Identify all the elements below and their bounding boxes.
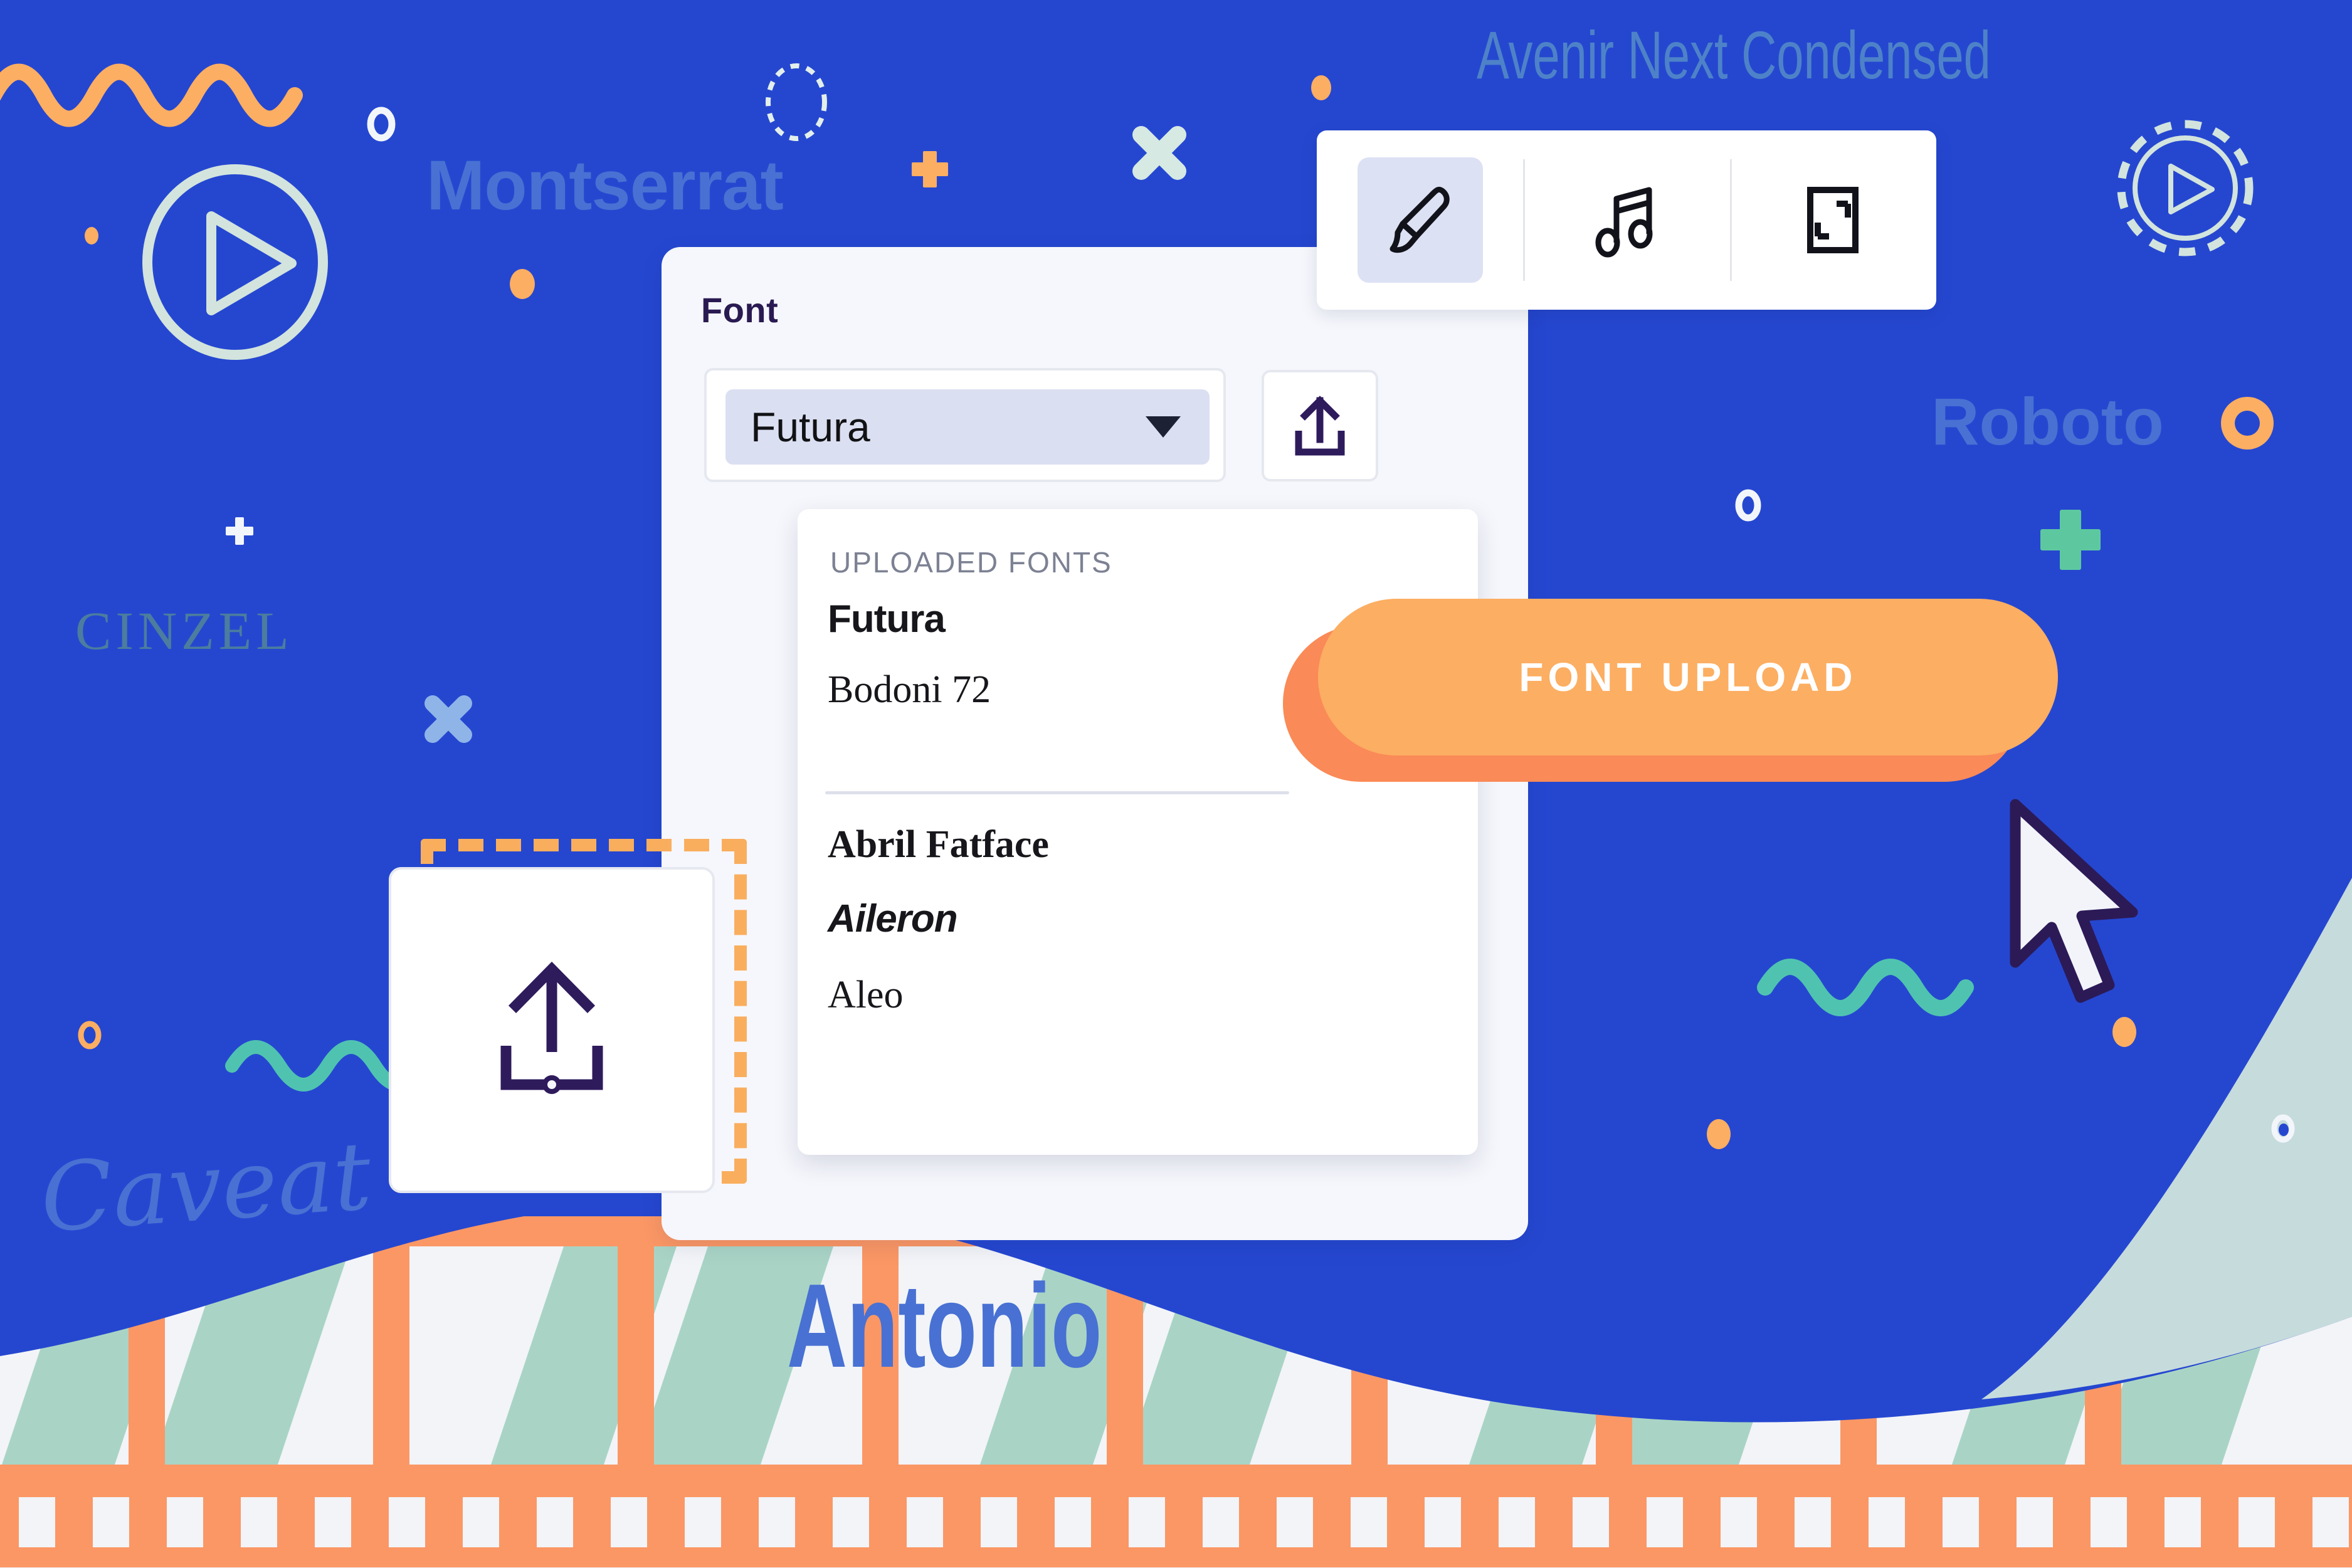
mint-x-icon-2 (425, 695, 472, 743)
font-select-field[interactable]: Futura (725, 389, 1210, 465)
ghost-label-antonio: Antonio (787, 1260, 1102, 1392)
list-item[interactable]: Abril Fatface (828, 823, 1049, 867)
font-upload-cta-group: FONT UPLOAD (1283, 599, 2138, 1003)
paintbrush-icon (1390, 186, 1450, 253)
ring-hole-3 (2279, 1123, 2289, 1136)
orange-dot-1 (85, 227, 98, 245)
mouse-pointer-cursor (2010, 799, 2138, 1003)
orange-donut-icon (2221, 397, 2274, 450)
font-select[interactable]: Futura (704, 368, 1226, 482)
list-item[interactable]: Aileron (828, 897, 958, 941)
tool-toolbar (1317, 130, 1936, 310)
crop-frame-icon (1807, 187, 1859, 253)
dropdown-section-header: UPLOADED FONTS (830, 546, 1112, 579)
tab-brush[interactable] (1317, 130, 1523, 310)
orange-dot-3 (1311, 75, 1331, 100)
font-upload-icon-button[interactable] (1262, 370, 1378, 481)
tool-brush-selected-bg (1357, 157, 1483, 283)
orange-dot-5 (2112, 1017, 2136, 1047)
ghost-label-cinzel: CINZEL (75, 601, 293, 661)
list-item[interactable]: Bodoni 72 (828, 668, 991, 712)
font-upload-button-label: FONT UPLOAD (1519, 655, 1857, 700)
orange-dot-2 (510, 269, 535, 299)
tab-resize[interactable] (1729, 130, 1936, 310)
music-note-icon (1595, 187, 1653, 258)
ghost-label-roboto: Roboto (1931, 385, 2164, 459)
orange-dot-4 (1707, 1119, 1731, 1149)
chevron-down-icon[interactable] (1146, 416, 1181, 438)
font-select-value: Futura (751, 404, 870, 450)
tab-audio[interactable] (1523, 130, 1729, 310)
upload-icon (1295, 396, 1345, 456)
list-item[interactable]: Futura (828, 597, 946, 641)
ghost-label-caveat: Caveat (37, 1122, 375, 1254)
canvas: Montserrat Avenir Next Condensed CINZEL … (0, 0, 2352, 1568)
font-upload-button[interactable]: FONT UPLOAD (1318, 599, 2058, 755)
ghost-label-avenir-next-condensed: Avenir Next Condensed (1477, 17, 1991, 93)
orange-ring-hole (87, 1031, 95, 1041)
ghost-label-montserrat: Montserrat (426, 146, 784, 224)
upload-drop-card[interactable] (389, 867, 715, 1193)
dropdown-divider (825, 791, 1289, 794)
upload-tray-icon (500, 961, 603, 1094)
page-title: Font (701, 290, 779, 330)
list-item[interactable]: Aleo (828, 973, 904, 1018)
